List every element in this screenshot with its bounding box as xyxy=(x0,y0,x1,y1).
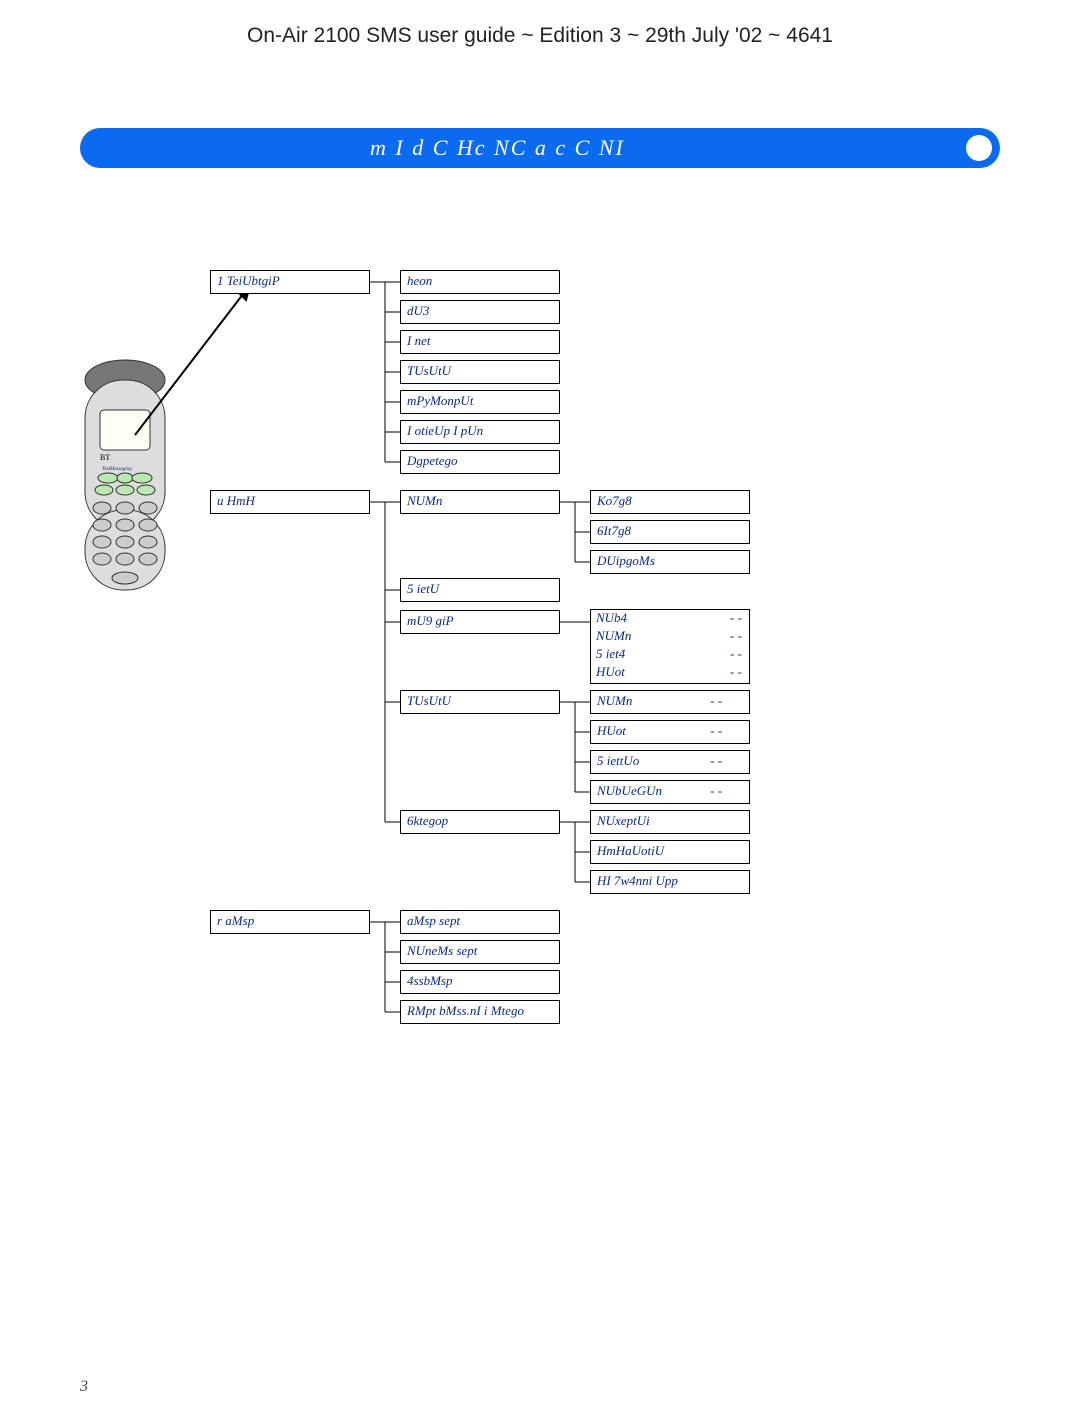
banner-title: m I d C Hc NC a c C NI xyxy=(370,135,625,161)
menu-level1-item: u HmH xyxy=(210,490,370,514)
menu-level2-item: NUMn xyxy=(400,490,560,514)
menu-level2-item: 5 ietU xyxy=(400,578,560,602)
menu-level1-item: r aMsp xyxy=(210,910,370,934)
menu-value: - - xyxy=(710,693,722,708)
menu-level2-item: aMsp sept xyxy=(400,910,560,934)
menu-level2-item: 6ktegop xyxy=(400,810,560,834)
menu-level2-item: NUneMs sept xyxy=(400,940,560,964)
menu-level2-item: TUsUtU xyxy=(400,690,560,714)
menu-level3-item: 5 iettUo - - xyxy=(590,750,750,774)
menu-level3-item: HI 7w4nni Upp xyxy=(590,870,750,894)
menu-level3-item: 6It7g8 xyxy=(590,520,750,544)
menu-value: - - xyxy=(710,783,722,798)
menu-label: 5 iettUo xyxy=(597,753,707,769)
menu-level2-item: 4ssbMsp xyxy=(400,970,560,994)
menu-level2-item: mU9 giP xyxy=(400,610,560,634)
menu-label: NUMn xyxy=(597,693,707,709)
document-header: On-Air 2100 SMS user guide ~ Edition 3 ~… xyxy=(0,24,1080,48)
menu-level2-item: Dgpetego xyxy=(400,450,560,474)
menu-level2-item: TUsUtU xyxy=(400,360,560,384)
menu-level2-item: heon xyxy=(400,270,560,294)
menu-level3-item: NUxeptUi xyxy=(590,810,750,834)
menu-level2-item: RMpt bMss.nI i Mtego xyxy=(400,1000,560,1024)
menu-level3-item: Ko7g8 xyxy=(590,490,750,514)
menu-level2-item: I otieUp I pUn xyxy=(400,420,560,444)
menu-level3-item: HUot - - xyxy=(590,720,750,744)
menu-level3-item: HmHaUotiU xyxy=(590,840,750,864)
menu-label: NUbUeGUn xyxy=(597,783,707,799)
banner-dot-decoration xyxy=(966,135,992,161)
menu-value: - - xyxy=(710,753,722,768)
menu-label: HUot xyxy=(597,723,707,739)
menu-level2-item: I net xyxy=(400,330,560,354)
menu-tree-diagram: BT TextMessaging xyxy=(60,260,1020,1210)
menu-level3-group-frame xyxy=(590,609,750,684)
page-number: 3 xyxy=(80,1378,88,1396)
menu-level3-item: DUipgoMs xyxy=(590,550,750,574)
menu-level2-item: dU3 xyxy=(400,300,560,324)
menu-level3-item: NUMn - - xyxy=(590,690,750,714)
menu-value: - - xyxy=(710,723,722,738)
menu-level2-item: mPyMonpUt xyxy=(400,390,560,414)
menu-level1-item: 1 TeiUbtgiP xyxy=(210,270,370,294)
section-banner: m I d C Hc NC a c C NI xyxy=(80,128,1000,168)
menu-level3-item: NUbUeGUn - - xyxy=(590,780,750,804)
